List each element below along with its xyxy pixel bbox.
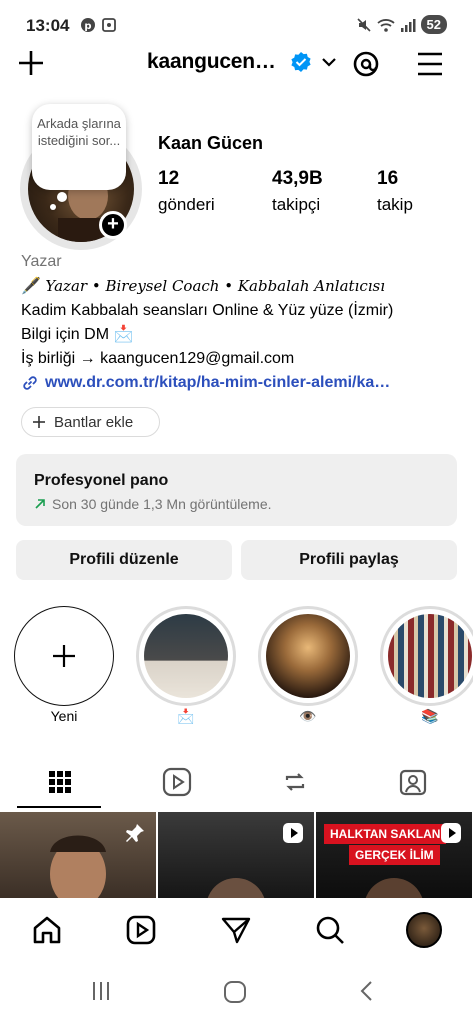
svg-text:p: p xyxy=(84,21,91,32)
highlight-caption: 📚 xyxy=(421,708,439,724)
active-tab-indicator xyxy=(17,806,101,808)
stat-posts-label: gönderi xyxy=(158,195,215,214)
highlight-new-ring xyxy=(14,606,114,706)
edit-profile-button[interactable]: Profili düzenle xyxy=(16,540,232,580)
home-button-icon[interactable] xyxy=(223,980,247,1004)
note-bubble-tail xyxy=(57,192,67,202)
stat-posts-value: 12 xyxy=(158,168,180,189)
wifi-icon xyxy=(376,18,395,32)
menu-hamburger-icon[interactable] xyxy=(415,49,445,79)
reel-icon xyxy=(283,823,303,843)
avatar xyxy=(406,912,442,948)
stat-following-label: takip xyxy=(377,195,413,214)
search-icon[interactable] xyxy=(312,912,348,948)
add-story-plus-icon[interactable]: + xyxy=(99,211,127,239)
threads-icon[interactable] xyxy=(351,49,381,79)
bio: Yazar 🖋️ Yazar • Bireysel Coach • Kabbal… xyxy=(21,250,461,395)
highlight-item[interactable]: 👁️ xyxy=(258,606,358,725)
tab-reposts-icon[interactable] xyxy=(275,762,315,802)
mute-icon xyxy=(356,17,371,32)
grid-post[interactable] xyxy=(158,812,314,900)
home-icon[interactable] xyxy=(29,912,65,948)
battery-indicator: 52 xyxy=(420,15,447,34)
stat-followers-label: takipçi xyxy=(272,195,321,214)
verified-badge-icon xyxy=(290,51,312,73)
back-icon[interactable] xyxy=(356,980,378,1002)
pinterest-icon: p xyxy=(81,18,95,32)
stat-following-value: 16 xyxy=(377,168,399,189)
system-navigation-bar xyxy=(0,962,473,1024)
bio-line-2: Kadim Kabbalah seansları Online & Yüz yü… xyxy=(21,302,394,319)
direct-messages-icon[interactable] xyxy=(218,912,254,948)
note-bubble-tail-small xyxy=(50,204,56,210)
highlight-new[interactable]: Yeni xyxy=(14,606,114,724)
bio-category: Yazar xyxy=(21,253,62,270)
recent-apps-icon[interactable] xyxy=(90,980,112,1002)
bio-line-3: Bilgi için DM 📩 xyxy=(21,326,134,343)
bio-line-1: 🖋️ Yazar • Bireysel Coach • Kabbalah Anl… xyxy=(21,274,461,299)
dashboard-title: Profesyonel pano xyxy=(34,472,169,489)
highlight-thumbnail xyxy=(144,614,228,698)
bio-line-1-text: Yazar • Bireysel Coach • Kabbalah Anlatı… xyxy=(45,277,386,295)
dashboard-subtitle-row: Son 30 günde 1,3 Mn görüntüleme. xyxy=(34,496,457,512)
display-name: Kaan Gücen xyxy=(158,133,264,153)
stat-posts[interactable]: 12 gönderi xyxy=(158,168,215,215)
highlight-thumbnail xyxy=(266,614,350,698)
profile-nav-avatar[interactable] xyxy=(406,912,442,948)
reels-icon[interactable] xyxy=(123,912,159,948)
status-right-icons: 52 xyxy=(356,15,447,34)
stat-followers[interactable]: 43,9B takipçi xyxy=(272,168,323,215)
bio-link-text[interactable]: www.dr.com.tr/kitap/ha-mim-cinler-alemi/… xyxy=(45,371,390,395)
bio-link[interactable]: www.dr.com.tr/kitap/ha-mim-cinler-alemi/… xyxy=(21,371,461,395)
grid-post[interactable]: HALKTAN SAKLAN GERÇEK İLİM xyxy=(316,812,472,900)
grid-post[interactable] xyxy=(0,812,156,900)
add-banners-button[interactable]: Bantlar ekle xyxy=(21,407,160,437)
dashboard-subtitle: Son 30 günde 1,3 Mn görüntüleme. xyxy=(52,496,272,512)
highlight-item[interactable]: 📩 xyxy=(136,606,236,725)
bio-line-4[interactable]: İş birliği → kaangucen129@gmail.com xyxy=(21,347,461,371)
plus-icon xyxy=(53,645,75,667)
highlight-item[interactable]: 📚 xyxy=(380,606,473,725)
plus-icon xyxy=(33,416,45,428)
status-time: 13:04 xyxy=(26,16,70,35)
tab-reels-icon[interactable] xyxy=(157,762,197,802)
account-switch-chevron-icon[interactable] xyxy=(320,53,338,71)
stat-followers-value: 43,9B xyxy=(272,168,323,189)
trend-arrow-icon xyxy=(35,499,45,509)
stat-following[interactable]: 16 takip xyxy=(377,168,413,215)
bottom-navigation xyxy=(0,898,473,962)
reel-icon xyxy=(441,823,461,843)
tab-tagged-icon[interactable] xyxy=(393,762,433,802)
status-left-icons: p xyxy=(80,17,117,33)
note-bubble[interactable]: Arkada şlarına istediğini sor... xyxy=(32,104,126,190)
link-icon xyxy=(23,376,37,390)
highlight-thumbnail xyxy=(388,614,472,698)
create-icon[interactable] xyxy=(15,47,47,79)
highlight-new-caption: Yeni xyxy=(50,708,78,724)
profile-header: kaangucen… xyxy=(0,44,473,84)
professional-dashboard[interactable]: Profesyonel pano Son 30 günde 1,3 Mn gör… xyxy=(16,454,457,526)
pinned-icon xyxy=(126,824,144,842)
post-banner-text-1: HALKTAN SAKLAN xyxy=(324,824,447,844)
share-profile-button[interactable]: Profili paylaş xyxy=(241,540,457,580)
tab-posts-grid-icon[interactable] xyxy=(40,762,80,802)
profile-tabs xyxy=(0,756,473,810)
header-username[interactable]: kaangucen… xyxy=(147,50,276,74)
highlight-caption: 👁️ xyxy=(299,708,317,724)
highlight-caption: 📩 xyxy=(177,708,195,724)
pen-emoji: 🖋️ xyxy=(21,278,41,295)
add-banners-label: Bantlar ekle xyxy=(54,413,134,431)
posts-grid: HALKTAN SAKLAN GERÇEK İLİM xyxy=(0,812,473,900)
screenshot-icon xyxy=(102,18,116,32)
post-banner-text-2: GERÇEK İLİM xyxy=(349,845,440,865)
signal-icon xyxy=(400,18,416,32)
